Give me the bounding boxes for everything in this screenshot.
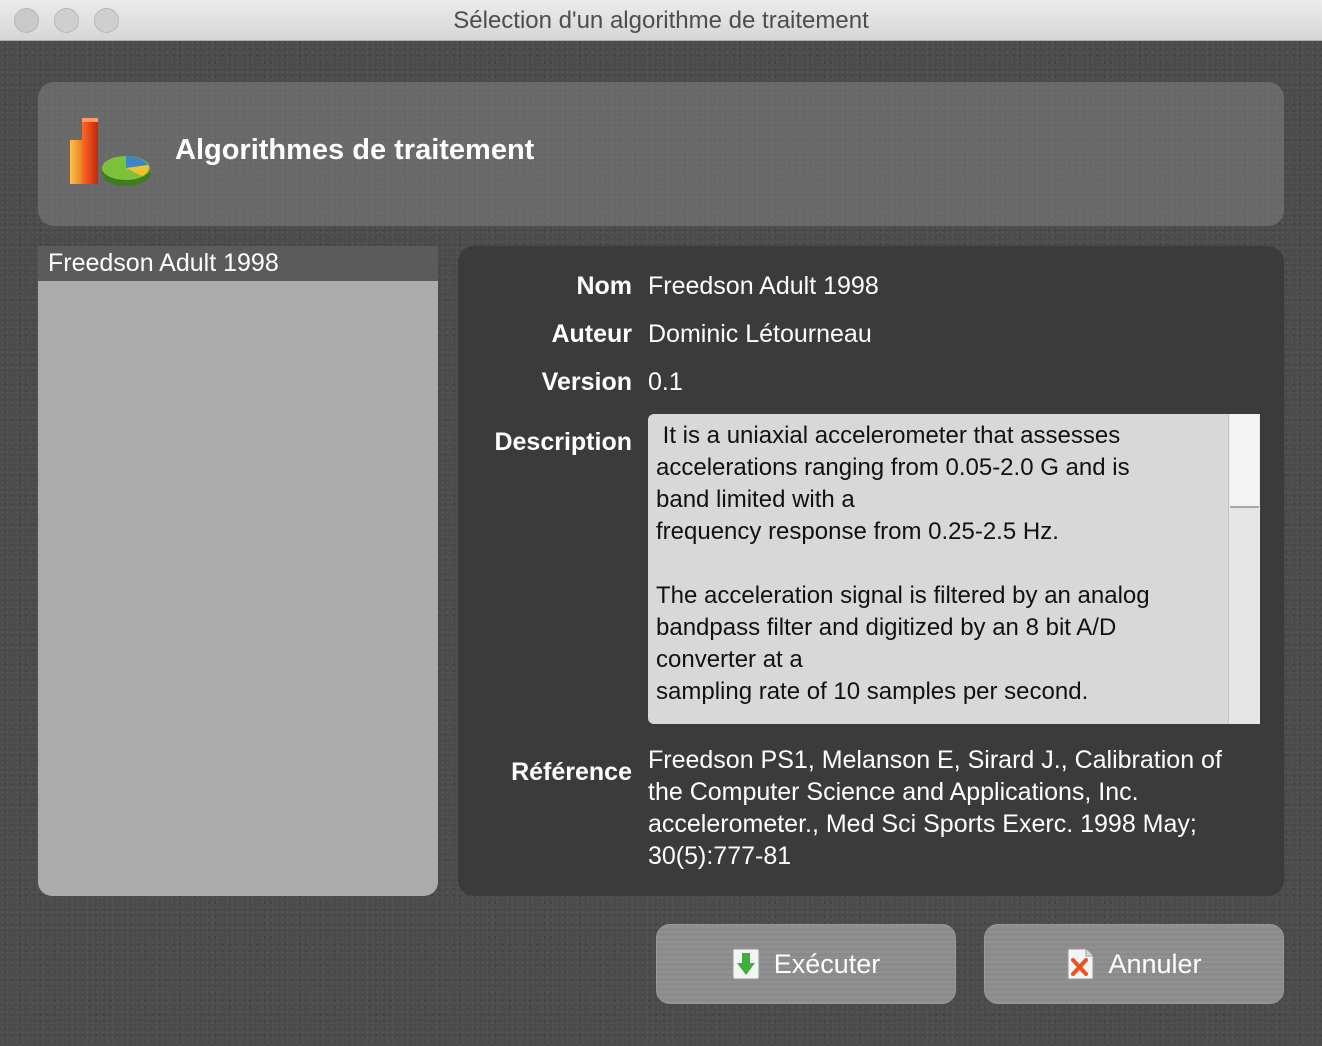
download-arrow-icon [732,948,760,980]
name-value: Freedson Adult 1998 [648,272,879,300]
reference-label: Référence [511,758,632,786]
version-label: Version [541,368,632,396]
scrollbar-thumb[interactable] [1230,414,1259,508]
algorithm-list[interactable]: Freedson Adult 1998 [38,246,438,896]
cancel-document-icon [1067,948,1094,980]
window-title: Sélection d'un algorithme de traitement [453,7,869,34]
header-title: Algorithmes de traitement [175,134,535,166]
cancel-button[interactable]: Annuler [984,924,1284,1004]
description-label: Description [494,428,632,456]
author-label: Auteur [551,320,632,348]
header-panel: Algorithmes de traitement [38,82,1284,226]
details-panel: Nom Freedson Adult 1998 Auteur Dominic L… [458,246,1284,896]
version-value: 0.1 [648,368,683,396]
reference-value: Freedson PS1, Melanson E, Sirard J., Cal… [648,746,1222,870]
author-value: Dominic Létourneau [648,320,872,348]
execute-button[interactable]: Exécuter [656,924,956,1004]
title-bar[interactable]: Sélection d'un algorithme de traitement [0,0,1322,41]
list-item-freedson-adult-1998[interactable]: Freedson Adult 1998 [38,246,438,281]
chart-icon [70,118,150,186]
cancel-button-label: Annuler [1108,948,1202,979]
description-textarea[interactable]: It is a uniaxial accelerometer that asse… [648,414,1260,724]
execute-button-label: Exécuter [773,948,881,979]
dialog-window: Sélection d'un algorithme de traitement [0,0,1322,1046]
description-scrollbar[interactable] [1228,414,1260,724]
description-text: It is a uniaxial accelerometer that asse… [656,422,1150,705]
name-label: Nom [576,272,632,300]
